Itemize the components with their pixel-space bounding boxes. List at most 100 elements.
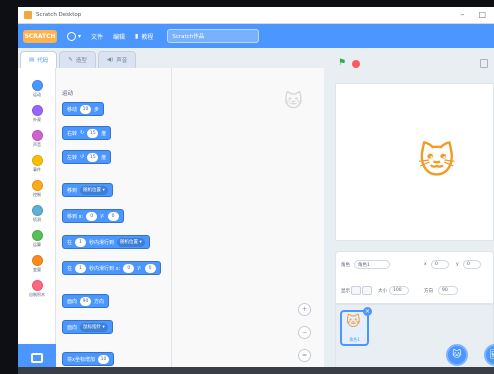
language-menu[interactable]: ▾ [67,31,82,41]
globe-icon [67,31,76,41]
size-input[interactable]: 100 [389,286,409,295]
zoom-in-button[interactable]: + [298,303,311,316]
block-text: y: [137,265,142,271]
block-text: 秒内滑行到 [89,239,115,246]
block-text: 移到 x: [67,213,84,220]
project-title-input[interactable]: Scratch作品 [167,29,260,43]
rotate-left-icon: ↺ [80,154,85,160]
category-my-blocks[interactable]: 自制积木 [18,280,56,304]
category-motion[interactable]: 运动 [18,80,56,104]
add-sprite-button[interactable]: 🐱 [446,344,468,366]
y-input[interactable]: 0 [463,260,481,269]
category-looks[interactable]: 外观 [18,105,56,129]
maximize-button[interactable]: □ [478,10,486,19]
small-stage-icon[interactable] [480,59,488,68]
block-text: 面向 [67,324,78,331]
variables-dot-icon [31,255,43,266]
point-towards-dropdown[interactable]: 鼠标指针 ▾ [80,322,108,332]
block-text: 秒内滑行到 x: [89,265,121,272]
sprite-name-label: 角色 [341,263,350,268]
seconds-input[interactable]: 1 [75,263,87,273]
sprite-name-input[interactable]: 角色1 [354,260,390,269]
delete-sprite-button[interactable]: × [363,307,372,316]
category-control[interactable]: 控制 [18,180,56,204]
y-input[interactable]: 0 [107,211,119,221]
category-events[interactable]: 事件 [18,155,56,179]
tab-costumes-label: 造型 [75,58,87,64]
seconds-input[interactable]: 1 [75,237,87,247]
show-sprite-toggle[interactable] [351,286,361,295]
direction-input[interactable]: 90 [438,286,458,295]
point-in-direction-block[interactable]: 面向 90 方向 [62,294,110,308]
backdrop-add-icon: 🖼 [489,350,494,360]
chevron-down-icon: ▾ [78,32,82,40]
change-x-input[interactable]: 10 [97,354,109,364]
tab-costumes[interactable]: ✎ 造型 [59,51,96,68]
sound-dot-icon [31,130,43,141]
zoom-out-button[interactable]: − [298,326,311,339]
cat-add-icon: 🐱 [452,350,462,360]
move-steps-block[interactable]: 移动 10 步 [62,102,105,116]
y-input[interactable]: 0 [144,263,156,273]
stage-header: ⚑ [324,48,494,83]
category-sensing[interactable]: 侦测 [18,205,56,229]
tutorials-menu[interactable]: ▮ 教程 [135,32,153,41]
title-bar: Scratch Desktop – □ [18,7,494,24]
window-title: Scratch Desktop [36,12,82,18]
go-to-target-dropdown[interactable]: 随机位置 ▾ [80,185,108,195]
x-input[interactable]: 0 [123,263,135,273]
minimize-button[interactable]: – [460,10,464,19]
x-label: x [424,262,427,267]
glide-to-xy-block[interactable]: 在 1 秒内滑行到 x: 0 y: 0 [62,261,161,275]
editor-tabs: ▤ 代码 ✎ 造型 ◀) 声音 [18,48,318,68]
direction-label: 方向 [424,289,433,294]
menu-bar: SCRATCH ▾ 文件 编辑 ▮ 教程 Scratch作品 [18,24,494,48]
scratch-logo[interactable]: SCRATCH [23,29,57,43]
operators-dot-icon [31,230,43,241]
go-to-xy-block[interactable]: 移到 x: 0 y: 0 [62,209,124,223]
change-x-block[interactable]: 将x坐标增加 10 [62,352,114,366]
hide-sprite-toggle[interactable] [362,286,372,295]
sprite-info-panel: 角色 角色1 x 0 y 0 显示 大小 100 方向 90 [335,251,494,304]
x-input[interactable]: 0 [86,211,98,221]
zoom-reset-button[interactable]: = [298,349,311,362]
turn-left-block[interactable]: 左转 ↺ 15 度 [62,150,112,164]
file-menu[interactable]: 文件 [91,32,103,41]
category-operators[interactable]: 运算 [18,230,56,254]
block-text: 在 [67,265,73,272]
sensing-dot-icon [31,205,43,216]
tab-sounds[interactable]: ◀) 声音 [97,51,137,68]
block-text: 步 [94,106,100,113]
stop-icon[interactable] [352,60,360,68]
green-flag-icon[interactable]: ⚑ [338,58,346,68]
category-sound[interactable]: 声音 [18,130,56,154]
rotate-right-icon: ↻ [80,130,85,136]
block-text: 移到 [67,187,78,194]
degrees-input[interactable]: 15 [87,152,99,162]
edit-menu[interactable]: 编辑 [113,32,125,41]
sprite-thumbnail-label: 角色1 [349,337,360,342]
tutorials-icon: ▮ [135,32,139,40]
go-to-block[interactable]: 移到 随机位置 ▾ [62,183,113,197]
category-variables[interactable]: 变量 [18,255,56,279]
steps-input[interactable]: 10 [80,104,92,114]
tutorials-label: 教程 [141,33,154,41]
direction-input[interactable]: 90 [80,296,92,306]
stage-canvas[interactable] [335,83,494,241]
tab-code[interactable]: ▤ 代码 [20,51,58,68]
tab-sounds-label: 声音 [116,58,128,64]
dropdown-value: 随机位置 [83,188,102,193]
cat-thumbnail-icon: 🐱 [346,314,361,330]
y-label: y [456,262,459,267]
x-input[interactable]: 0 [431,260,449,269]
extension-icon [31,353,43,363]
events-dot-icon [31,155,43,166]
point-towards-block[interactable]: 面向 鼠标指针 ▾ [62,320,113,334]
cat-sprite-icon[interactable]: 🐱 [418,141,456,182]
degrees-input[interactable]: 15 [87,128,99,138]
category-label: 运动 [33,92,41,97]
glide-to-block[interactable]: 在 1 秒内滑行到 随机位置 ▾ [62,235,150,249]
glide-target-dropdown[interactable]: 随机位置 ▾ [117,237,145,247]
tab-code-label: 代码 [37,58,49,64]
turn-right-block[interactable]: 右转 ↻ 15 度 [62,126,112,140]
